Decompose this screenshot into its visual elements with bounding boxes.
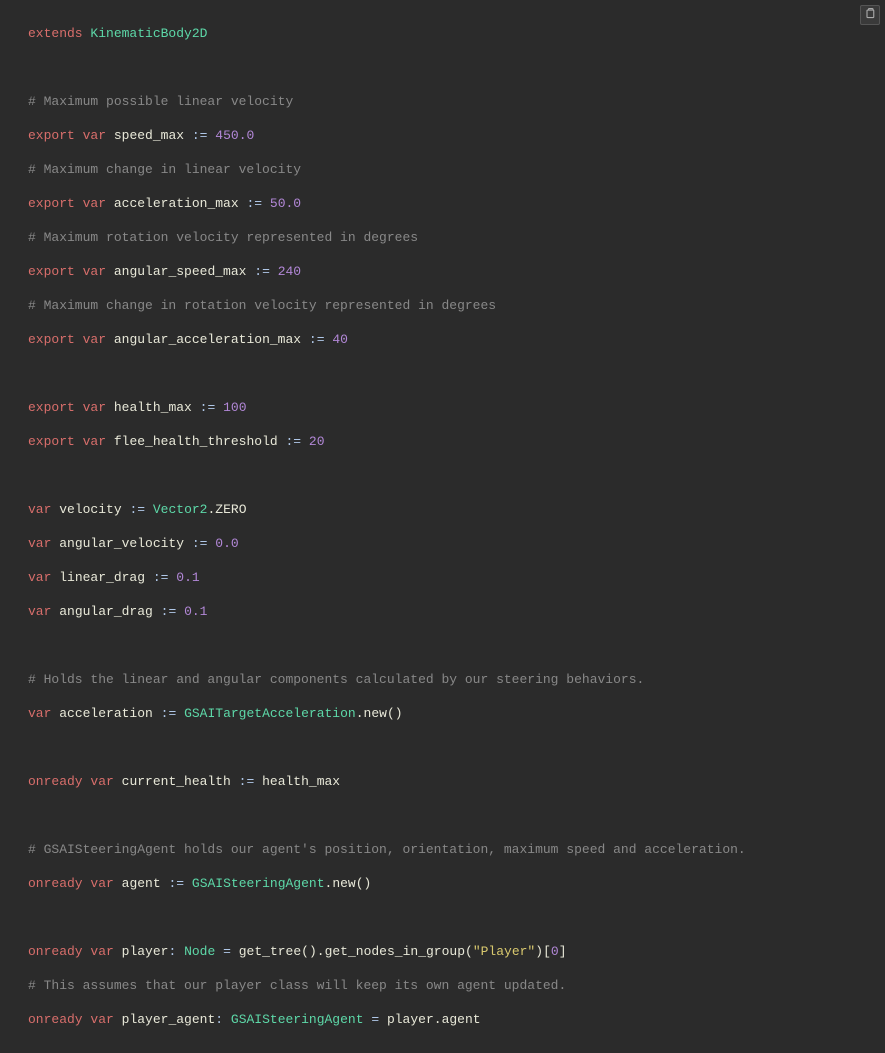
code-line: var acceleration := GSAITargetAccelerati… [28,705,885,722]
clipboard-icon [864,7,876,24]
code-comment: # Maximum change in linear velocity [28,161,885,178]
code-line: onready var current_health := health_max [28,773,885,790]
code-line: export var angular_speed_max := 240 [28,263,885,280]
code-line: export var angular_acceleration_max := 4… [28,331,885,348]
code-comment: # Holds the linear and angular component… [28,671,885,688]
code-line: var angular_velocity := 0.0 [28,535,885,552]
code-line: onready var player_agent: GSAISteeringAg… [28,1011,885,1028]
code-block: extends KinematicBody2D # Maximum possib… [0,0,885,1053]
code-line: export var flee_health_threshold := 20 [28,433,885,450]
copy-button[interactable] [860,5,880,25]
code-line: var linear_drag := 0.1 [28,569,885,586]
code-comment: # This assumes that our player class wil… [28,977,885,994]
code-line: onready var player: Node = get_tree().ge… [28,943,885,960]
code-comment: # Maximum rotation velocity represented … [28,229,885,246]
code-comment: # Maximum change in rotation velocity re… [28,297,885,314]
code-comment: # Maximum possible linear velocity [28,93,885,110]
code-line: onready var agent := GSAISteeringAgent.n… [28,875,885,892]
code-line: export var speed_max := 450.0 [28,127,885,144]
code-line: var angular_drag := 0.1 [28,603,885,620]
code-comment: # GSAISteeringAgent holds our agent's po… [28,841,885,858]
code-line: export var health_max := 100 [28,399,885,416]
code-line: extends KinematicBody2D [28,25,885,42]
code-line: export var acceleration_max := 50.0 [28,195,885,212]
code-line: var velocity := Vector2.ZERO [28,501,885,518]
